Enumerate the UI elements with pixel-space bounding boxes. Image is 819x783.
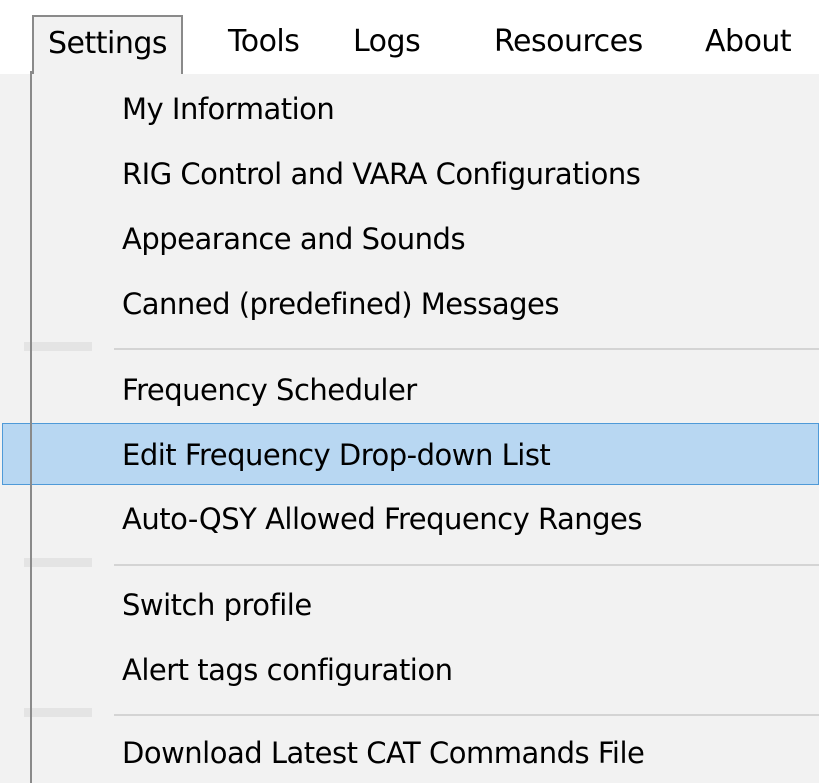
application-window: Settings Tools Logs Resources About My I… xyxy=(0,0,819,783)
menu-tools[interactable]: Tools xyxy=(228,15,300,71)
menu-item-label: Canned (predefined) Messages xyxy=(122,287,560,321)
menu-separator xyxy=(114,714,819,716)
menu-about[interactable]: About xyxy=(705,15,792,71)
settings-dropdown-menu: My Information RIG Control and VARA Conf… xyxy=(2,74,819,783)
separator-shade xyxy=(24,708,92,717)
menu-separator xyxy=(114,348,819,350)
menu-item-canned-messages[interactable]: Canned (predefined) Messages xyxy=(2,273,819,335)
separator-shade xyxy=(24,342,92,351)
menu-settings[interactable]: Settings xyxy=(32,15,184,74)
menu-item-download-cat-commands[interactable]: Download Latest CAT Commands File xyxy=(2,722,819,783)
menu-item-label: Download Latest CAT Commands File xyxy=(122,736,645,770)
menu-item-switch-profile[interactable]: Switch profile xyxy=(2,574,819,636)
menu-item-rig-control[interactable]: RIG Control and VARA Configurations xyxy=(2,143,819,205)
menu-separator xyxy=(114,564,819,566)
menu-item-my-information[interactable]: My Information xyxy=(2,78,819,140)
menu-item-alert-tags[interactable]: Alert tags configuration xyxy=(2,639,819,701)
menu-resources[interactable]: Resources xyxy=(494,15,643,71)
menu-item-auto-qsy-ranges[interactable]: Auto-QSY Allowed Frequency Ranges xyxy=(2,488,819,550)
menu-item-label: Frequency Scheduler xyxy=(122,373,417,407)
menu-item-appearance-sounds[interactable]: Appearance and Sounds xyxy=(2,208,819,270)
menu-item-label: Edit Frequency Drop-down List xyxy=(122,438,551,472)
menu-item-label: Appearance and Sounds xyxy=(122,222,466,256)
menu-item-label: RIG Control and VARA Configurations xyxy=(122,157,641,191)
menu-item-frequency-scheduler[interactable]: Frequency Scheduler xyxy=(2,359,819,421)
menu-logs[interactable]: Logs xyxy=(353,15,421,71)
separator-shade xyxy=(24,558,92,567)
menu-item-label: My Information xyxy=(122,92,335,126)
menu-item-label: Switch profile xyxy=(122,588,312,622)
menu-bar: Settings Tools Logs Resources About xyxy=(0,0,819,74)
dropdown-left-border xyxy=(30,71,32,783)
menu-item-label: Auto-QSY Allowed Frequency Ranges xyxy=(122,502,643,536)
menu-item-label: Alert tags configuration xyxy=(122,653,453,687)
menu-item-edit-frequency-list[interactable]: Edit Frequency Drop-down List xyxy=(2,423,819,485)
